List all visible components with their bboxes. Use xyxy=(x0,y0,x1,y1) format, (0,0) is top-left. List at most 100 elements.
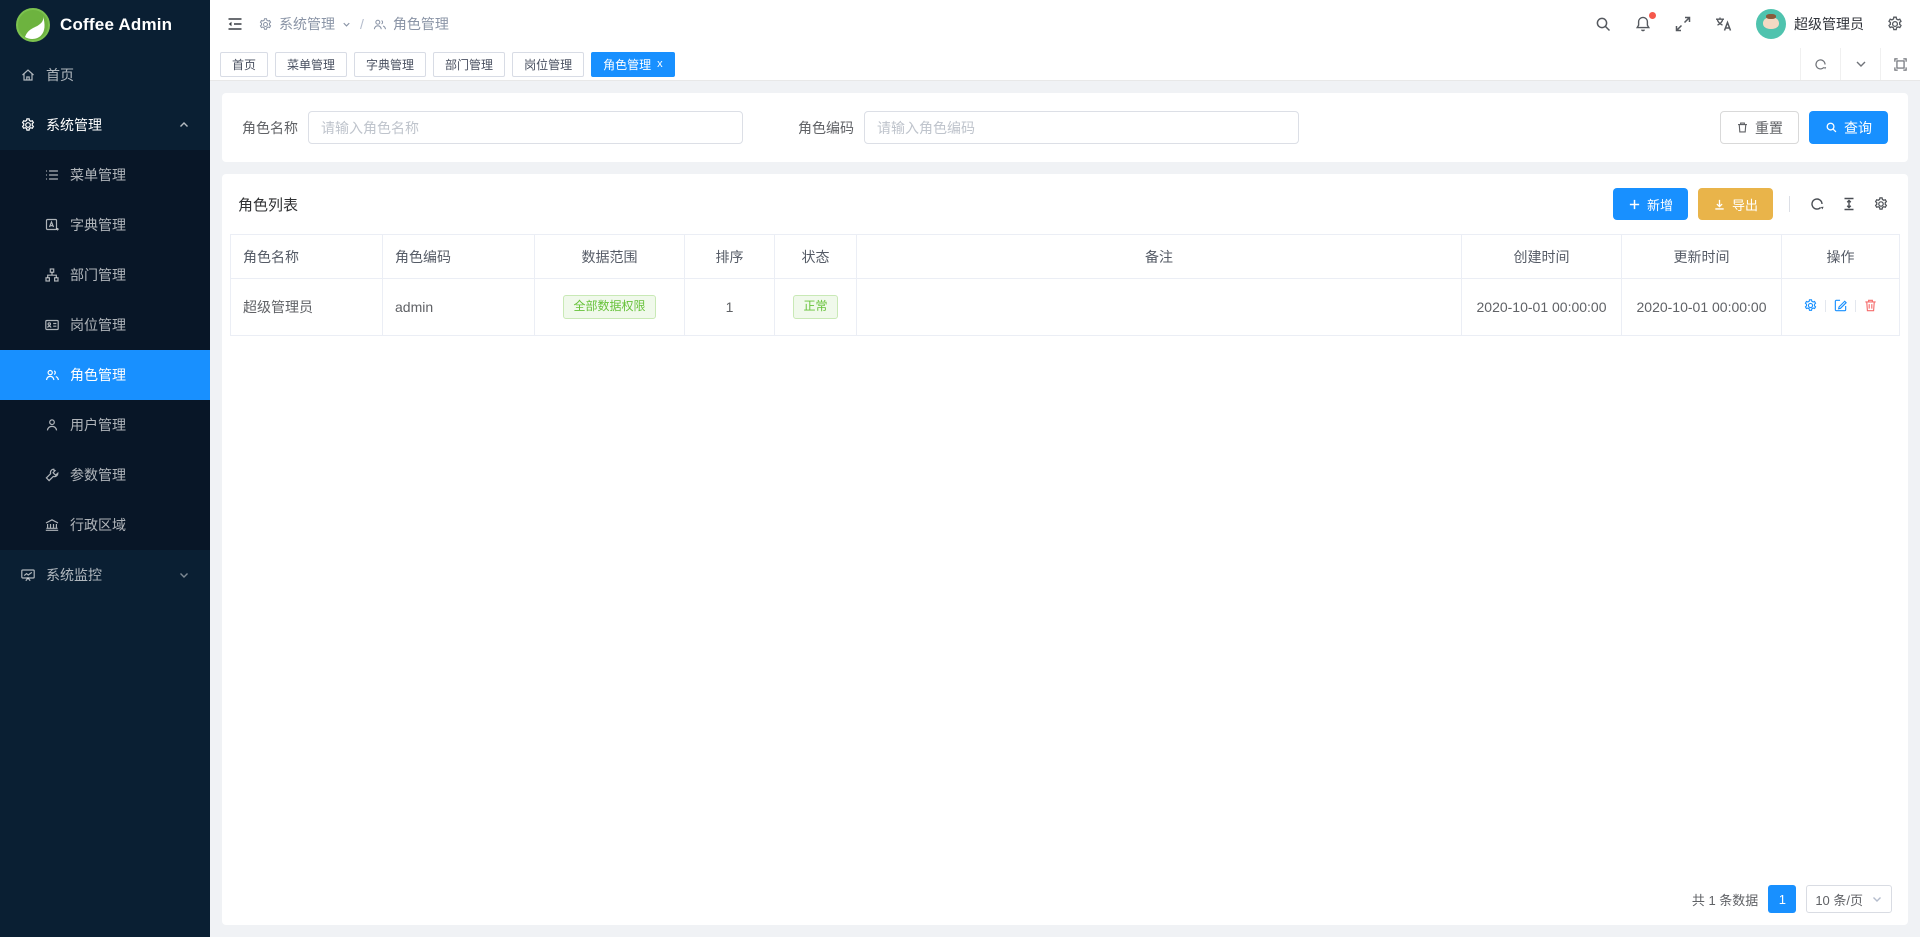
tab-label: 角色管理 xyxy=(603,56,651,73)
sidebar-item-label: 岗位管理 xyxy=(70,315,126,335)
sidebar-item-label: 行政区域 xyxy=(70,515,126,535)
translate-icon[interactable] xyxy=(1714,15,1734,33)
query-button[interactable]: 查询 xyxy=(1809,111,1888,144)
sidebar-item-label: 字典管理 xyxy=(70,215,126,235)
notifications-bell-icon[interactable] xyxy=(1634,15,1652,33)
action-divider xyxy=(1825,300,1826,312)
sidebar-item-param-mgmt[interactable]: 参数管理 xyxy=(0,450,210,500)
sidebar-item-post-mgmt[interactable]: 岗位管理 xyxy=(0,300,210,350)
maximize-icon[interactable] xyxy=(1880,48,1920,80)
row-edit-icon[interactable] xyxy=(1833,298,1848,313)
trash-icon xyxy=(1736,121,1749,134)
tab-home[interactable]: 首页 xyxy=(220,52,268,77)
refresh-icon[interactable] xyxy=(1809,196,1825,212)
chevron-down-icon xyxy=(178,569,190,581)
user-name: 超级管理员 xyxy=(1794,14,1864,34)
download-icon xyxy=(1713,198,1726,211)
cell-remark xyxy=(857,279,1462,336)
sidebar-item-label: 系统管理 xyxy=(46,115,102,135)
sidebar-menu: 首页 系统管理 菜单管理 字典管理 部门管理 xyxy=(0,50,210,937)
search-form-card: 角色名称 角色编码 重置 查询 xyxy=(222,93,1908,162)
breadcrumb-label: 角色管理 xyxy=(393,14,449,34)
sidebar-item-user-mgmt[interactable]: 用户管理 xyxy=(0,400,210,450)
row-delete-trash-icon[interactable] xyxy=(1863,298,1878,313)
tab-bar: 首页 菜单管理 字典管理 部门管理 岗位管理 角色管理 x xyxy=(210,48,1920,81)
role-list-card: 角色列表 新增 导出 xyxy=(222,174,1908,925)
role-name-input[interactable] xyxy=(308,111,743,144)
avatar xyxy=(1756,9,1786,39)
tab-role-mgmt[interactable]: 角色管理 x xyxy=(591,52,675,77)
col-header-updated: 更新时间 xyxy=(1622,235,1782,279)
role-code-form-item: 角色编码 xyxy=(798,111,1299,144)
breadcrumb-system[interactable]: 系统管理 xyxy=(258,14,352,34)
sidebar-item-region[interactable]: 行政区域 xyxy=(0,500,210,550)
tab-dept-mgmt[interactable]: 部门管理 xyxy=(433,52,505,77)
cell-role-code: admin xyxy=(383,279,535,336)
user-menu[interactable]: 超级管理员 xyxy=(1756,9,1864,39)
col-header-data-scope: 数据范围 xyxy=(535,235,685,279)
page-size-select[interactable]: 10 条/页 xyxy=(1806,885,1892,913)
breadcrumb-role: 角色管理 xyxy=(372,14,449,34)
tab-tools xyxy=(1800,48,1920,80)
page-content: 角色名称 角色编码 重置 查询 xyxy=(210,81,1920,937)
sidebar-item-system[interactable]: 系统管理 xyxy=(0,100,210,150)
id-card-icon xyxy=(44,317,60,333)
top-header: 系统管理 / 角色管理 超级管理员 xyxy=(210,0,1920,48)
sidebar-item-dict-mgmt[interactable]: 字典管理 xyxy=(0,200,210,250)
sidebar-item-role-mgmt[interactable]: 角色管理 xyxy=(0,350,210,400)
row-height-icon[interactable] xyxy=(1841,196,1857,212)
breadcrumb-label: 系统管理 xyxy=(279,14,335,34)
sidebar-item-dept-mgmt[interactable]: 部门管理 xyxy=(0,250,210,300)
toolbar-divider xyxy=(1789,196,1790,212)
app-logo-icon xyxy=(16,8,50,42)
pagination: 共 1 条数据 1 10 条/页 xyxy=(222,873,1908,925)
sidebar-item-label: 首页 xyxy=(46,65,74,85)
chevron-down-icon xyxy=(1871,893,1883,905)
sidebar-submenu-system: 菜单管理 字典管理 部门管理 岗位管理 角色管理 xyxy=(0,150,210,550)
sidebar-item-label: 参数管理 xyxy=(70,465,126,485)
search-actions: 重置 查询 xyxy=(1720,111,1888,144)
home-icon xyxy=(20,67,36,83)
role-code-input[interactable] xyxy=(864,111,1299,144)
sidebar-item-monitor[interactable]: 系统监控 xyxy=(0,550,210,600)
refresh-icon[interactable] xyxy=(1800,48,1840,80)
cell-role-name: 超级管理员 xyxy=(231,279,383,336)
collapse-sidebar-icon[interactable] xyxy=(226,15,244,33)
col-header-sort: 排序 xyxy=(685,235,775,279)
col-header-actions: 操作 xyxy=(1782,235,1900,279)
add-label: 新增 xyxy=(1647,195,1673,214)
tab-label: 首页 xyxy=(232,56,256,73)
wrench-icon xyxy=(44,467,60,483)
status-badge: 正常 xyxy=(793,295,837,319)
col-header-created: 创建时间 xyxy=(1462,235,1622,279)
notification-badge xyxy=(1649,12,1656,19)
tab-post-mgmt[interactable]: 岗位管理 xyxy=(512,52,584,77)
card-header: 角色列表 新增 导出 xyxy=(222,174,1908,234)
tab-dict-mgmt[interactable]: 字典管理 xyxy=(354,52,426,77)
breadcrumb-separator: / xyxy=(360,16,364,32)
table-header-row: 角色名称 角色编码 数据范围 排序 状态 备注 创建时间 更新时间 操作 xyxy=(231,235,1900,279)
export-button[interactable]: 导出 xyxy=(1698,188,1773,220)
chevron-down-icon[interactable] xyxy=(1840,48,1880,80)
chevron-down-icon xyxy=(341,19,352,30)
tab-menu-mgmt[interactable]: 菜单管理 xyxy=(275,52,347,77)
search-icon[interactable] xyxy=(1594,15,1612,33)
roles-icon xyxy=(44,367,60,383)
export-label: 导出 xyxy=(1732,195,1758,214)
fullscreen-icon[interactable] xyxy=(1674,15,1692,33)
column-settings-gear-icon[interactable] xyxy=(1873,196,1889,212)
settings-gear-icon[interactable] xyxy=(1886,15,1904,33)
reset-button[interactable]: 重置 xyxy=(1720,111,1799,144)
row-permission-gear-icon[interactable] xyxy=(1803,298,1818,313)
tab-label: 岗位管理 xyxy=(524,56,572,73)
reset-label: 重置 xyxy=(1755,118,1783,138)
bank-icon xyxy=(44,517,60,533)
page-1-button[interactable]: 1 xyxy=(1768,885,1796,913)
sidebar-item-label: 菜单管理 xyxy=(70,165,126,185)
add-button[interactable]: 新增 xyxy=(1613,188,1688,220)
sidebar-item-home[interactable]: 首页 xyxy=(0,50,210,100)
sidebar-item-menu-mgmt[interactable]: 菜单管理 xyxy=(0,150,210,200)
roles-icon xyxy=(372,17,387,32)
sidebar: Coffee Admin 首页 系统管理 菜单管理 字典管理 xyxy=(0,0,210,937)
close-icon[interactable]: x xyxy=(657,59,663,70)
